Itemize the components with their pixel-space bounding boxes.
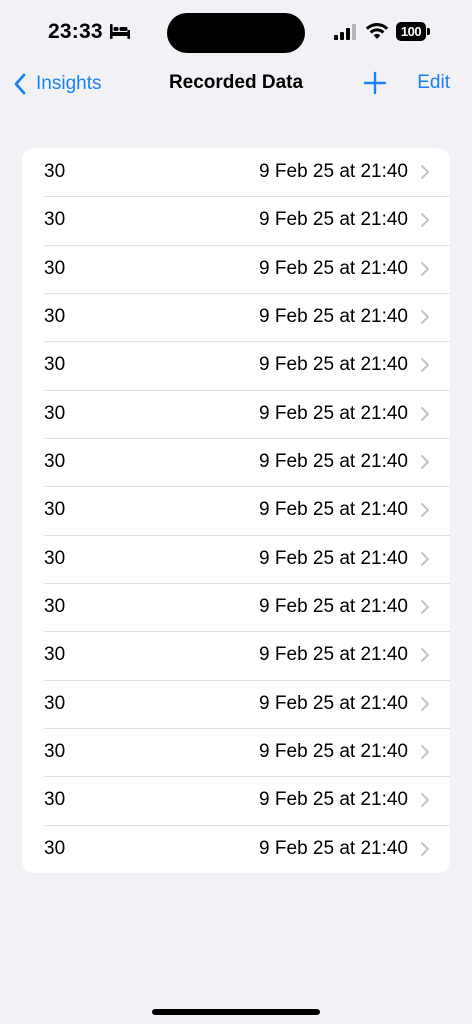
record-date: 9 Feb 25 at 21:40 [259, 257, 408, 279]
record-row[interactable]: 30 9 Feb 25 at 21:40 [22, 486, 450, 534]
navigation-bar: Insights Recorded Data Edit [0, 62, 472, 106]
record-row[interactable]: 30 9 Feb 25 at 21:40 [22, 582, 450, 631]
battery-icon: 100 [396, 22, 430, 41]
record-row[interactable]: 30 9 Feb 25 at 21:40 [22, 631, 450, 679]
chevron-right-icon [421, 551, 429, 566]
cellular-signal-icon [334, 24, 356, 40]
bed-icon [110, 24, 130, 39]
record-row[interactable]: 30 9 Feb 25 at 21:40 [22, 292, 450, 341]
record-date: 9 Feb 25 at 21:40 [259, 451, 408, 473]
record-date: 9 Feb 25 at 21:40 [259, 306, 408, 328]
record-date: 9 Feb 25 at 21:40 [259, 692, 408, 714]
record-date: 9 Feb 25 at 21:40 [259, 644, 408, 666]
chevron-right-icon [421, 213, 429, 228]
chevron-right-icon [421, 455, 429, 470]
chevron-right-icon [421, 165, 429, 180]
record-value: 30 [44, 596, 66, 618]
record-date: 9 Feb 25 at 21:40 [259, 209, 408, 231]
record-value: 30 [44, 209, 66, 231]
record-row[interactable]: 30 9 Feb 25 at 21:40 [22, 244, 450, 293]
record-row[interactable]: 30 9 Feb 25 at 21:40 [22, 727, 450, 776]
status-time: 23:33 [48, 20, 103, 43]
record-date: 9 Feb 25 at 21:40 [259, 741, 408, 763]
record-value: 30 [44, 789, 66, 811]
chevron-left-icon [14, 73, 26, 95]
chevron-right-icon [421, 358, 429, 373]
back-label: Insights [36, 73, 102, 94]
record-value: 30 [44, 451, 66, 473]
record-value: 30 [44, 741, 66, 763]
record-value: 30 [44, 692, 66, 714]
wifi-icon [365, 23, 389, 39]
record-date: 9 Feb 25 at 21:40 [259, 547, 408, 569]
home-indicator[interactable] [152, 1009, 320, 1015]
status-bar: 23:33 100 [0, 0, 472, 62]
record-date: 9 Feb 25 at 21:40 [259, 789, 408, 811]
dynamic-island [167, 13, 305, 53]
record-value: 30 [44, 837, 66, 859]
record-value: 30 [44, 499, 66, 521]
chevron-right-icon [421, 600, 429, 615]
record-row[interactable]: 30 9 Feb 25 at 21:40 [22, 389, 450, 438]
record-row[interactable]: 30 9 Feb 25 at 21:40 [22, 437, 450, 486]
chevron-right-icon [421, 503, 429, 518]
chevron-right-icon [421, 696, 429, 711]
chevron-right-icon [421, 261, 429, 276]
chevron-right-icon [421, 406, 429, 421]
chevron-right-icon [421, 793, 429, 808]
records-list: 30 9 Feb 25 at 21:40 30 9 Feb 25 at 21:4… [22, 148, 450, 873]
record-row[interactable]: 30 9 Feb 25 at 21:40 [22, 824, 450, 873]
record-value: 30 [44, 257, 66, 279]
chevron-right-icon [421, 841, 429, 856]
record-row[interactable]: 30 9 Feb 25 at 21:40 [22, 679, 450, 728]
record-date: 9 Feb 25 at 21:40 [259, 402, 408, 424]
chevron-right-icon [421, 745, 429, 760]
record-value: 30 [44, 306, 66, 328]
back-button[interactable]: Insights [12, 68, 101, 100]
record-row[interactable]: 30 9 Feb 25 at 21:40 [22, 776, 450, 824]
record-value: 30 [44, 644, 66, 666]
battery-level: 100 [396, 22, 426, 41]
battery-tip [427, 28, 430, 35]
record-value: 30 [44, 402, 66, 424]
record-row[interactable]: 30 9 Feb 25 at 21:40 [22, 196, 450, 244]
record-date: 9 Feb 25 at 21:40 [259, 596, 408, 618]
record-value: 30 [44, 161, 66, 183]
record-row[interactable]: 30 9 Feb 25 at 21:40 [22, 341, 450, 389]
record-date: 9 Feb 25 at 21:40 [259, 837, 408, 859]
plus-icon[interactable] [362, 70, 388, 96]
record-date: 9 Feb 25 at 21:40 [259, 499, 408, 521]
record-row[interactable]: 30 9 Feb 25 at 21:40 [22, 534, 450, 583]
record-value: 30 [44, 547, 66, 569]
chevron-right-icon [421, 310, 429, 325]
record-date: 9 Feb 25 at 21:40 [259, 354, 408, 376]
record-date: 9 Feb 25 at 21:40 [259, 161, 408, 183]
edit-button[interactable]: Edit [417, 72, 450, 94]
record-value: 30 [44, 354, 66, 376]
record-row[interactable]: 30 9 Feb 25 at 21:40 [22, 148, 450, 196]
chevron-right-icon [421, 648, 429, 663]
